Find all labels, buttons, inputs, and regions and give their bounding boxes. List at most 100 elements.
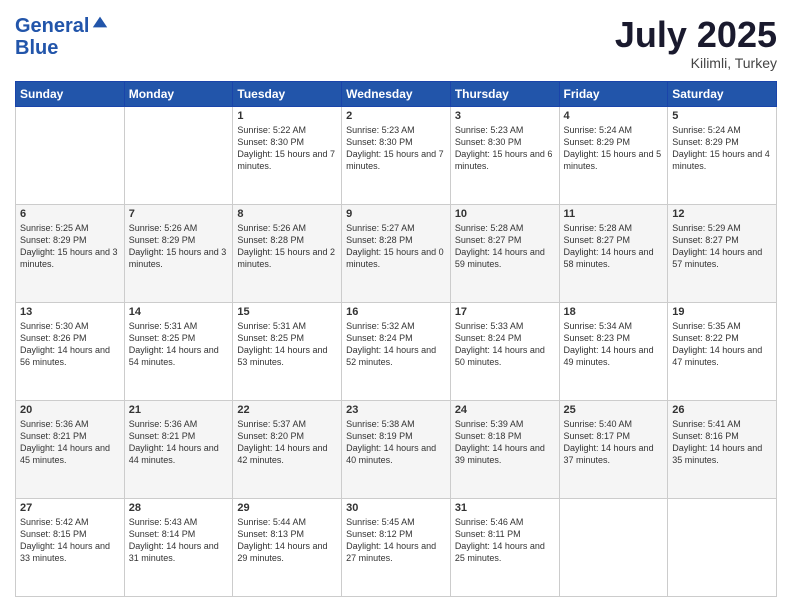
title-section: July 2025 Kilimli, Turkey: [615, 15, 777, 71]
cell-content: Sunrise: 5:30 AM Sunset: 8:26 PM Dayligh…: [20, 320, 120, 369]
cell-content: Sunrise: 5:24 AM Sunset: 8:29 PM Dayligh…: [564, 124, 664, 173]
day-number: 6: [20, 208, 120, 220]
week-row-3: 20 Sunrise: 5:36 AM Sunset: 8:21 PM Dayli…: [16, 400, 777, 498]
header-saturday: Saturday: [668, 81, 777, 106]
table-row: 2Sunrise: 5:23 AM Sunset: 8:30 PM Daylig…: [342, 106, 451, 204]
table-row: 21 Sunrise: 5:36 AM Sunset: 8:21 PM Dayli…: [124, 400, 233, 498]
table-row: 1 Sunrise: 5:22 AM Sunset: 8:30 PM Daylig…: [233, 106, 342, 204]
table-row: 19Sunrise: 5:35 AM Sunset: 8:22 PM Dayli…: [668, 302, 777, 400]
day-number: 25: [564, 404, 664, 416]
day-number: 3: [455, 110, 555, 122]
cell-content: Sunrise: 5:35 AM Sunset: 8:22 PM Dayligh…: [672, 320, 772, 369]
table-row: 6 Sunrise: 5:25 AM Sunset: 8:29 PM Daylig…: [16, 204, 125, 302]
table-row: [16, 106, 125, 204]
cell-content: Sunrise: 5:36 AM Sunset: 8:21 PM Dayligh…: [129, 418, 229, 467]
logo: General Blue: [15, 15, 109, 59]
header-friday: Friday: [559, 81, 668, 106]
cell-content: Sunrise: 5:24 AM Sunset: 8:29 PM Dayligh…: [672, 124, 772, 173]
day-number: 15: [237, 306, 337, 318]
day-number: 17: [455, 306, 555, 318]
table-row: 18 Sunrise: 5:34 AM Sunset: 8:23 PM Dayli…: [559, 302, 668, 400]
cell-content: Sunrise: 5:43 AM Sunset: 8:14 PM Dayligh…: [129, 516, 229, 565]
table-row: 26 Sunrise: 5:41 AM Sunset: 8:16 PM Dayli…: [668, 400, 777, 498]
month-title: July 2025: [615, 15, 777, 55]
day-number: 9: [346, 208, 446, 220]
header-thursday: Thursday: [450, 81, 559, 106]
day-number: 29: [237, 502, 337, 514]
table-row: 27 Sunrise: 5:42 AM Sunset: 8:15 PM Dayli…: [16, 498, 125, 596]
day-number: 5: [672, 110, 772, 122]
calendar: Sunday Monday Tuesday Wednesday Thursday…: [15, 81, 777, 597]
cell-content: Sunrise: 5:39 AM Sunset: 8:18 PM Dayligh…: [455, 418, 555, 467]
table-row: 8Sunrise: 5:26 AM Sunset: 8:28 PM Daylig…: [233, 204, 342, 302]
logo-icon: [91, 13, 109, 31]
day-number: 1: [237, 110, 337, 122]
day-number: 30: [346, 502, 446, 514]
cell-content: Sunrise: 5:33 AM Sunset: 8:24 PM Dayligh…: [455, 320, 555, 369]
day-number: 18: [564, 306, 664, 318]
table-row: 24 Sunrise: 5:39 AM Sunset: 8:18 PM Dayli…: [450, 400, 559, 498]
table-row: 29 Sunrise: 5:44 AM Sunset: 8:13 PM Dayli…: [233, 498, 342, 596]
header-monday: Monday: [124, 81, 233, 106]
cell-content: Sunrise: 5:31 AM Sunset: 8:25 PM Dayligh…: [129, 320, 229, 369]
day-number: 21: [129, 404, 229, 416]
table-row: 5 Sunrise: 5:24 AM Sunset: 8:29 PM Daylig…: [668, 106, 777, 204]
header-sunday: Sunday: [16, 81, 125, 106]
table-row: 28 Sunrise: 5:43 AM Sunset: 8:14 PM Dayli…: [124, 498, 233, 596]
day-number: 8: [237, 208, 337, 220]
week-row-0: 1 Sunrise: 5:22 AM Sunset: 8:30 PM Daylig…: [16, 106, 777, 204]
day-number: 24: [455, 404, 555, 416]
table-row: [559, 498, 668, 596]
cell-content: Sunrise: 5:37 AM Sunset: 8:20 PM Dayligh…: [237, 418, 337, 467]
table-row: 10Sunrise: 5:28 AM Sunset: 8:27 PM Dayli…: [450, 204, 559, 302]
table-row: 25 Sunrise: 5:40 AM Sunset: 8:17 PM Dayli…: [559, 400, 668, 498]
day-number: 7: [129, 208, 229, 220]
day-number: 2: [346, 110, 446, 122]
week-row-2: 13Sunrise: 5:30 AM Sunset: 8:26 PM Dayli…: [16, 302, 777, 400]
logo-text-line1: General: [15, 15, 89, 37]
day-number: 27: [20, 502, 120, 514]
cell-content: Sunrise: 5:22 AM Sunset: 8:30 PM Dayligh…: [237, 124, 337, 173]
cell-content: Sunrise: 5:46 AM Sunset: 8:11 PM Dayligh…: [455, 516, 555, 565]
header: General Blue July 2025 Kilimli, Turkey: [15, 15, 777, 71]
location: Kilimli, Turkey: [615, 55, 777, 71]
cell-content: Sunrise: 5:36 AM Sunset: 8:21 PM Dayligh…: [20, 418, 120, 467]
cell-content: Sunrise: 5:42 AM Sunset: 8:15 PM Dayligh…: [20, 516, 120, 565]
table-row: 3 Sunrise: 5:23 AM Sunset: 8:30 PM Daylig…: [450, 106, 559, 204]
table-row: 13Sunrise: 5:30 AM Sunset: 8:26 PM Dayli…: [16, 302, 125, 400]
table-row: 30Sunrise: 5:45 AM Sunset: 8:12 PM Dayli…: [342, 498, 451, 596]
cell-content: Sunrise: 5:26 AM Sunset: 8:29 PM Dayligh…: [129, 222, 229, 271]
cell-content: Sunrise: 5:25 AM Sunset: 8:29 PM Dayligh…: [20, 222, 120, 271]
table-row: 22 Sunrise: 5:37 AM Sunset: 8:20 PM Dayli…: [233, 400, 342, 498]
cell-content: Sunrise: 5:44 AM Sunset: 8:13 PM Dayligh…: [237, 516, 337, 565]
cell-content: Sunrise: 5:34 AM Sunset: 8:23 PM Dayligh…: [564, 320, 664, 369]
header-tuesday: Tuesday: [233, 81, 342, 106]
day-number: 10: [455, 208, 555, 220]
cell-content: Sunrise: 5:38 AM Sunset: 8:19 PM Dayligh…: [346, 418, 446, 467]
cell-content: Sunrise: 5:41 AM Sunset: 8:16 PM Dayligh…: [672, 418, 772, 467]
table-row: 23 Sunrise: 5:38 AM Sunset: 8:19 PM Dayli…: [342, 400, 451, 498]
table-row: 9 Sunrise: 5:27 AM Sunset: 8:28 PM Daylig…: [342, 204, 451, 302]
table-row: [124, 106, 233, 204]
calendar-header-row: Sunday Monday Tuesday Wednesday Thursday…: [16, 81, 777, 106]
day-number: 22: [237, 404, 337, 416]
week-row-4: 27 Sunrise: 5:42 AM Sunset: 8:15 PM Dayli…: [16, 498, 777, 596]
table-row: 11 Sunrise: 5:28 AM Sunset: 8:27 PM Dayli…: [559, 204, 668, 302]
day-number: 23: [346, 404, 446, 416]
table-row: 31Sunrise: 5:46 AM Sunset: 8:11 PM Dayli…: [450, 498, 559, 596]
header-wednesday: Wednesday: [342, 81, 451, 106]
cell-content: Sunrise: 5:28 AM Sunset: 8:27 PM Dayligh…: [564, 222, 664, 271]
day-number: 20: [20, 404, 120, 416]
cell-content: Sunrise: 5:23 AM Sunset: 8:30 PM Dayligh…: [455, 124, 555, 173]
table-row: 14Sunrise: 5:31 AM Sunset: 8:25 PM Dayli…: [124, 302, 233, 400]
cell-content: Sunrise: 5:40 AM Sunset: 8:17 PM Dayligh…: [564, 418, 664, 467]
day-number: 11: [564, 208, 664, 220]
day-number: 12: [672, 208, 772, 220]
day-number: 28: [129, 502, 229, 514]
day-number: 16: [346, 306, 446, 318]
day-number: 26: [672, 404, 772, 416]
table-row: 7 Sunrise: 5:26 AM Sunset: 8:29 PM Daylig…: [124, 204, 233, 302]
table-row: 20 Sunrise: 5:36 AM Sunset: 8:21 PM Dayli…: [16, 400, 125, 498]
cell-content: Sunrise: 5:27 AM Sunset: 8:28 PM Dayligh…: [346, 222, 446, 271]
table-row: 15Sunrise: 5:31 AM Sunset: 8:25 PM Dayli…: [233, 302, 342, 400]
